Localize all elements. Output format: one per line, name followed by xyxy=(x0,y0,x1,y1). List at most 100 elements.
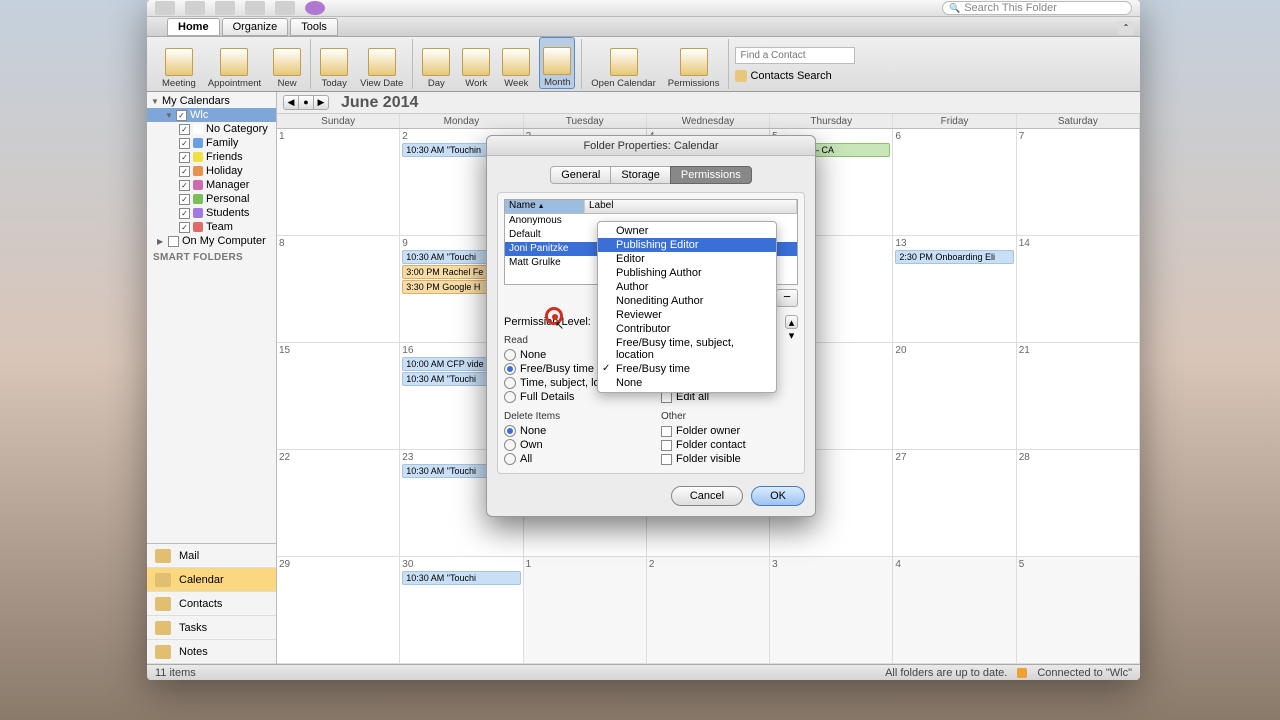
category-checkbox[interactable] xyxy=(179,194,190,205)
find-contact-input[interactable] xyxy=(735,47,855,64)
calendar-day[interactable]: 14 xyxy=(1017,236,1140,342)
other-option[interactable]: Folder owner xyxy=(661,425,798,437)
calendar-day[interactable]: 7 xyxy=(1017,129,1140,235)
help-icon[interactable] xyxy=(305,1,325,15)
delete-option[interactable]: Own xyxy=(504,439,641,451)
category-checkbox[interactable] xyxy=(179,208,190,219)
checkbox-icon[interactable] xyxy=(661,426,672,437)
meeting-button[interactable]: Meeting xyxy=(159,37,199,89)
calendar-day[interactable]: 3010:30 AM "Touchi xyxy=(400,557,523,663)
calendar-day[interactable]: 29 xyxy=(277,557,400,663)
appointment-button[interactable]: Appointment xyxy=(205,37,264,89)
dropdown-item[interactable]: Free/Busy time, subject, location xyxy=(598,336,776,362)
view-date-button[interactable]: View Date xyxy=(357,37,406,89)
send-receive-icon[interactable] xyxy=(155,1,175,15)
delete-option[interactable]: None xyxy=(504,425,641,437)
omc-checkbox[interactable] xyxy=(168,236,179,247)
tab-home[interactable]: Home xyxy=(167,18,220,36)
undo-icon[interactable] xyxy=(185,1,205,15)
next-month-button[interactable]: ▶ xyxy=(313,95,329,110)
nav-notes[interactable]: Notes xyxy=(147,640,276,664)
category-checkbox[interactable] xyxy=(179,180,190,191)
other-option[interactable]: Folder visible xyxy=(661,453,798,465)
calendar-event[interactable]: 2:30 PM Onboarding Eli xyxy=(895,250,1013,264)
radio-icon[interactable] xyxy=(504,425,516,437)
radio-icon[interactable] xyxy=(504,453,516,465)
calendar-wlc[interactable]: ▼Wlc xyxy=(147,108,276,122)
tab-tools[interactable]: Tools xyxy=(290,18,338,36)
redo-icon[interactable] xyxy=(215,1,235,15)
category-team[interactable]: Team xyxy=(147,220,276,234)
category-checkbox[interactable] xyxy=(179,124,190,135)
calendar-day[interactable]: 8 xyxy=(277,236,400,342)
search-input[interactable]: Search This Folder xyxy=(942,1,1132,15)
calendar-day[interactable]: 20 xyxy=(893,343,1016,449)
on-my-computer-node[interactable]: ▶On My Computer xyxy=(147,234,276,248)
nav-calendar[interactable]: Calendar xyxy=(147,568,276,592)
checkbox-icon[interactable] xyxy=(661,454,672,465)
calendar-day[interactable]: 15 xyxy=(277,343,400,449)
my-calendars-node[interactable]: ▼My Calendars xyxy=(147,94,276,108)
new-button[interactable]: New xyxy=(270,37,304,89)
category-manager[interactable]: Manager xyxy=(147,178,276,192)
calendar-day[interactable]: 5 xyxy=(1017,557,1140,663)
category-family[interactable]: Family xyxy=(147,136,276,150)
checkbox-icon[interactable] xyxy=(661,440,672,451)
col-name[interactable]: Name xyxy=(505,200,585,213)
dropdown-item[interactable]: Author xyxy=(598,280,776,294)
permissions-button[interactable]: Permissions xyxy=(665,37,723,89)
ok-button[interactable]: OK xyxy=(751,486,805,506)
calendar-day[interactable]: 21 xyxy=(1017,343,1140,449)
calendar-event[interactable]: 10:30 AM "Touchi xyxy=(402,571,520,585)
radio-icon[interactable] xyxy=(504,391,516,403)
dropdown-item[interactable]: Publishing Author xyxy=(598,266,776,280)
work-button[interactable]: Work xyxy=(459,37,493,89)
calendar-day[interactable]: 1 xyxy=(277,129,400,235)
remove-user-button[interactable]: − xyxy=(776,289,798,307)
radio-icon[interactable] xyxy=(504,377,516,389)
dropdown-item[interactable]: Nonediting Author xyxy=(598,294,776,308)
dialog-tab-storage[interactable]: Storage xyxy=(610,166,671,184)
category-personal[interactable]: Personal xyxy=(147,192,276,206)
calendar-day[interactable]: 27 xyxy=(893,450,1016,556)
radio-icon[interactable] xyxy=(504,349,516,361)
dropdown-item[interactable]: Editor xyxy=(598,252,776,266)
dropdown-item[interactable]: Free/Busy time xyxy=(598,362,776,376)
calendar-day[interactable]: 6 xyxy=(893,129,1016,235)
open-calendar-button[interactable]: Open Calendar xyxy=(588,37,658,89)
nav-tasks[interactable]: Tasks xyxy=(147,616,276,640)
dropdown-item[interactable]: None xyxy=(598,376,776,390)
category-students[interactable]: Students xyxy=(147,206,276,220)
category-no-category[interactable]: No Category xyxy=(147,122,276,136)
cancel-button[interactable]: Cancel xyxy=(671,486,743,506)
tab-organize[interactable]: Organize xyxy=(222,18,289,36)
calendar-day[interactable]: 22 xyxy=(277,450,400,556)
today-circle-button[interactable]: ● xyxy=(298,95,314,110)
prev-month-button[interactable]: ◀ xyxy=(283,95,299,110)
dropdown-item[interactable]: Publishing Editor xyxy=(598,238,776,252)
checkbox-icon[interactable] xyxy=(661,392,672,403)
category-friends[interactable]: Friends xyxy=(147,150,276,164)
permission-level-dropdown[interactable]: OwnerPublishing EditorEditorPublishing A… xyxy=(597,221,777,393)
perm-level-stepper[interactable]: ▴▾ xyxy=(785,315,798,329)
other-option[interactable]: Folder contact xyxy=(661,439,798,451)
calendar-day[interactable]: 1 xyxy=(524,557,647,663)
cal-checkbox[interactable] xyxy=(176,110,187,121)
filter-icon[interactable] xyxy=(275,1,295,15)
nav-contacts[interactable]: Contacts xyxy=(147,592,276,616)
category-holiday[interactable]: Holiday xyxy=(147,164,276,178)
dropdown-item[interactable]: Contributor xyxy=(598,322,776,336)
delete-option[interactable]: All xyxy=(504,453,641,465)
col-label[interactable]: Label xyxy=(585,200,797,213)
calendar-day[interactable]: 4 xyxy=(893,557,1016,663)
category-checkbox[interactable] xyxy=(179,152,190,163)
dialog-tab-permissions[interactable]: Permissions xyxy=(670,166,752,184)
dropdown-item[interactable]: Reviewer xyxy=(598,308,776,322)
calendar-day[interactable]: 28 xyxy=(1017,450,1140,556)
calendar-day[interactable]: 2 xyxy=(647,557,770,663)
category-checkbox[interactable] xyxy=(179,166,190,177)
nav-mail[interactable]: Mail xyxy=(147,544,276,568)
contacts-search-button[interactable]: Contacts Search xyxy=(735,70,831,82)
week-button[interactable]: Week xyxy=(499,37,533,89)
dropdown-item[interactable]: Owner xyxy=(598,224,776,238)
